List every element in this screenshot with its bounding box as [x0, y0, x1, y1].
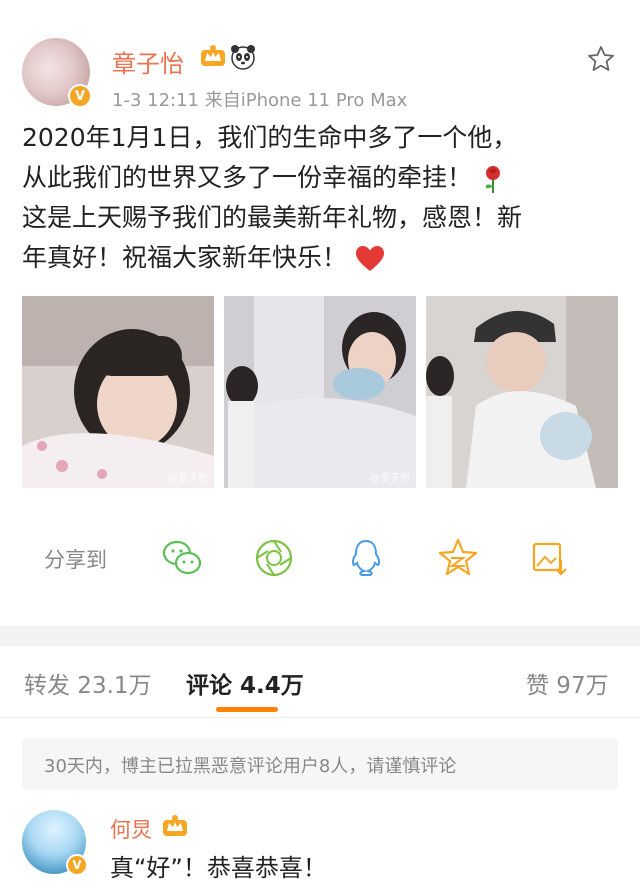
vip-crown-icon — [163, 815, 187, 836]
active-tab-indicator — [216, 707, 278, 712]
panda-icon — [231, 45, 255, 70]
qzone-share-icon[interactable] — [436, 536, 480, 580]
section-divider — [0, 626, 640, 646]
moments-share-icon[interactable] — [252, 536, 296, 580]
vip-crown-icon — [201, 45, 225, 66]
qq-share-icon[interactable] — [344, 536, 388, 580]
post-text-line: 从此我们的世界又多了一份幸福的牵挂！ — [22, 158, 622, 198]
photo-girl-reading-image — [22, 296, 214, 488]
photo-3[interactable] — [426, 296, 618, 488]
photo-watermark: @章子怡 — [370, 473, 410, 484]
photo-grid: @章子怡 @章子怡 — [22, 296, 618, 488]
comment-item: V 何炅 真“好”！恭喜恭喜！ — [0, 806, 640, 893]
post-text-line: 2020年1月1日，我们的生命中多了一个他， — [22, 123, 518, 152]
share-bar: 分享到 — [0, 520, 640, 596]
save-image-share-icon[interactable] — [528, 536, 572, 580]
author-name[interactable]: 章子怡 — [112, 44, 184, 79]
interaction-tabs: 转发 23.1万 评论 4.4万 赞 97万 — [0, 646, 640, 718]
post-text-line: 年真好！祝福大家新年快乐！ — [22, 238, 622, 278]
share-label: 分享到 — [44, 548, 107, 572]
photo-mother-baby-image — [224, 296, 416, 488]
photo-watermark: @章子怡 — [168, 473, 208, 484]
tab-comments[interactable]: 评论 4.4万 — [186, 666, 304, 700]
tab-likes[interactable]: 赞 97万 — [526, 666, 609, 700]
photo-1[interactable]: @章子怡 — [22, 296, 214, 488]
author-avatar[interactable]: V — [22, 38, 92, 108]
post-text-segment: 从此我们的世界又多了一份幸福的牵挂！ — [22, 163, 473, 192]
verified-badge-icon: V — [68, 84, 92, 108]
post-content: 2020年1月1日，我们的生命中多了一个他， 从此我们的世界又多了一份幸福的牵挂… — [22, 118, 622, 278]
comment-text: 真“好”！恭喜恭喜！ — [110, 854, 327, 882]
rose-emoji-icon — [485, 166, 501, 193]
commenter-name[interactable]: 何炅 — [110, 814, 152, 844]
favorite-star-icon[interactable] — [586, 44, 616, 74]
post-text-segment: 年真好！祝福大家新年快乐！ — [22, 243, 348, 272]
verified-badge-icon: V — [66, 854, 88, 876]
photo-father-baby-image — [426, 296, 618, 488]
post-text-line: 这是上天赐予我们的最美新年礼物，感恩！新 — [22, 203, 523, 232]
post-header: V 章子怡 1-3 12:11 来自iPhone 11 Pro Max — [0, 0, 640, 120]
wechat-share-icon[interactable] — [160, 536, 204, 580]
comment-notice: 30天内，博主已拉黑恶意评论用户8人，请谨慎评论 — [22, 738, 618, 790]
photo-2[interactable]: @章子怡 — [224, 296, 416, 488]
commenter-avatar[interactable]: V — [22, 810, 88, 876]
tab-repost[interactable]: 转发 23.1万 — [24, 666, 152, 700]
post-meta: 1-3 12:11 来自iPhone 11 Pro Max — [112, 90, 408, 111]
red-heart-emoji-icon — [356, 246, 385, 271]
